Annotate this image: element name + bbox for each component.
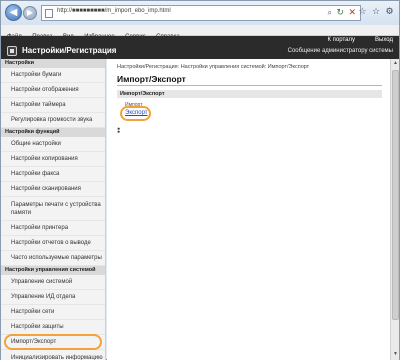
main-content: Настройки/Регистрация: Настройки управле… <box>107 59 390 360</box>
sidebar-item-volume[interactable]: Регулировка громкости звука <box>1 113 105 128</box>
page-icon <box>45 9 53 18</box>
sidebar-item-initialize[interactable]: Инициализировать информацию системы <box>1 350 105 360</box>
favorites-icon[interactable]: ☆ <box>370 6 381 17</box>
page-bottom-marker: ⁑ <box>117 128 121 135</box>
settings-icon <box>7 46 17 56</box>
header-links: К порталу Выход <box>1 36 399 46</box>
stop-icon[interactable]: ✕ <box>348 7 356 18</box>
highlight-ring <box>120 106 151 121</box>
admin-message-link[interactable]: Сообщение администратору системы <box>288 48 393 54</box>
sidebar-section-functions: Настройки функций <box>1 128 105 137</box>
scroll-thumb[interactable] <box>392 70 399 320</box>
gear-icon[interactable]: ⚙ <box>384 6 395 17</box>
browser-window: ◀ ▶ http://■■■■■■■■■/m_import_ebo_imp.ht… <box>0 0 400 360</box>
sidebar: Настройки Настройки бумаги Настройки ото… <box>1 59 106 360</box>
portal-link[interactable]: К порталу <box>328 37 355 43</box>
sidebar-item-scan[interactable]: Настройки сканирования <box>1 182 105 197</box>
sidebar-section-settings: Настройки <box>1 59 105 68</box>
menu-bar: Файл Правка Вид Избранное Сервис Справка <box>1 25 399 40</box>
highlight-ring <box>4 334 102 350</box>
sidebar-item-printer[interactable]: Настройки принтера <box>1 221 105 236</box>
sidebar-item-fax[interactable]: Настройки факса <box>1 167 105 182</box>
search-icon[interactable]: ⌕ <box>328 8 332 18</box>
sidebar-section-system: Настройки управления системой <box>1 266 105 275</box>
url-text: http://■■■■■■■■■/m_import_ebo_imp.html <box>57 8 171 14</box>
sidebar-item-import-export[interactable]: Импорт/Экспорт <box>1 334 105 350</box>
sidebar-item-display[interactable]: Настройки отображения <box>1 83 105 98</box>
page-title: Импорт/Экспорт <box>117 74 186 84</box>
sidebar-item-paper[interactable]: Настройки бумаги <box>1 68 105 83</box>
sidebar-item-network[interactable]: Настройки сети <box>1 305 105 320</box>
sidebar-item-common[interactable]: Общие настройки <box>1 137 105 152</box>
sidebar-item-timer[interactable]: Настройки таймера <box>1 98 105 113</box>
vertical-scrollbar[interactable]: ▲ ▼ <box>390 59 399 360</box>
address-bar-row: ◀ ▶ http://■■■■■■■■■/m_import_ebo_imp.ht… <box>1 1 399 25</box>
back-button[interactable]: ◀ <box>5 4 22 21</box>
sidebar-item-favorites[interactable]: Часто используемые параметры <box>1 251 105 266</box>
app-title: Настройки/Регистрация <box>22 46 117 55</box>
scroll-up-icon[interactable]: ▲ <box>392 60 399 68</box>
title-divider <box>117 85 382 86</box>
app-header: К порталу Выход Настройки/Регистрация Со… <box>1 36 399 59</box>
breadcrumb: Настройки/Регистрация: Настройки управле… <box>117 64 310 70</box>
forward-button[interactable]: ▶ <box>23 6 37 20</box>
sidebar-item-memory-print[interactable]: Параметры печати с устройства памяти <box>1 197 105 221</box>
sidebar-item-copy[interactable]: Настройки копирования <box>1 152 105 167</box>
logout-link[interactable]: Выход <box>375 37 393 43</box>
sidebar-item-dept-id[interactable]: Управление ИД отдела <box>1 290 105 305</box>
sidebar-item-system-mgmt[interactable]: Управление системой <box>1 275 105 290</box>
sidebar-item-reports[interactable]: Настройки отчетов о выводе <box>1 236 105 251</box>
scroll-down-icon[interactable]: ▼ <box>392 351 399 359</box>
home-icon[interactable]: ☆ <box>357 6 368 17</box>
panel-header: Импорт/Экспорт <box>117 90 382 98</box>
browser-toolbar-icons: ☆ ☆ ⚙ <box>357 6 395 17</box>
sidebar-item-security[interactable]: Настройки защиты <box>1 320 105 335</box>
address-field[interactable]: http://■■■■■■■■■/m_import_ebo_imp.html ⌕… <box>41 5 361 21</box>
refresh-icon[interactable]: ↻ <box>336 7 344 18</box>
